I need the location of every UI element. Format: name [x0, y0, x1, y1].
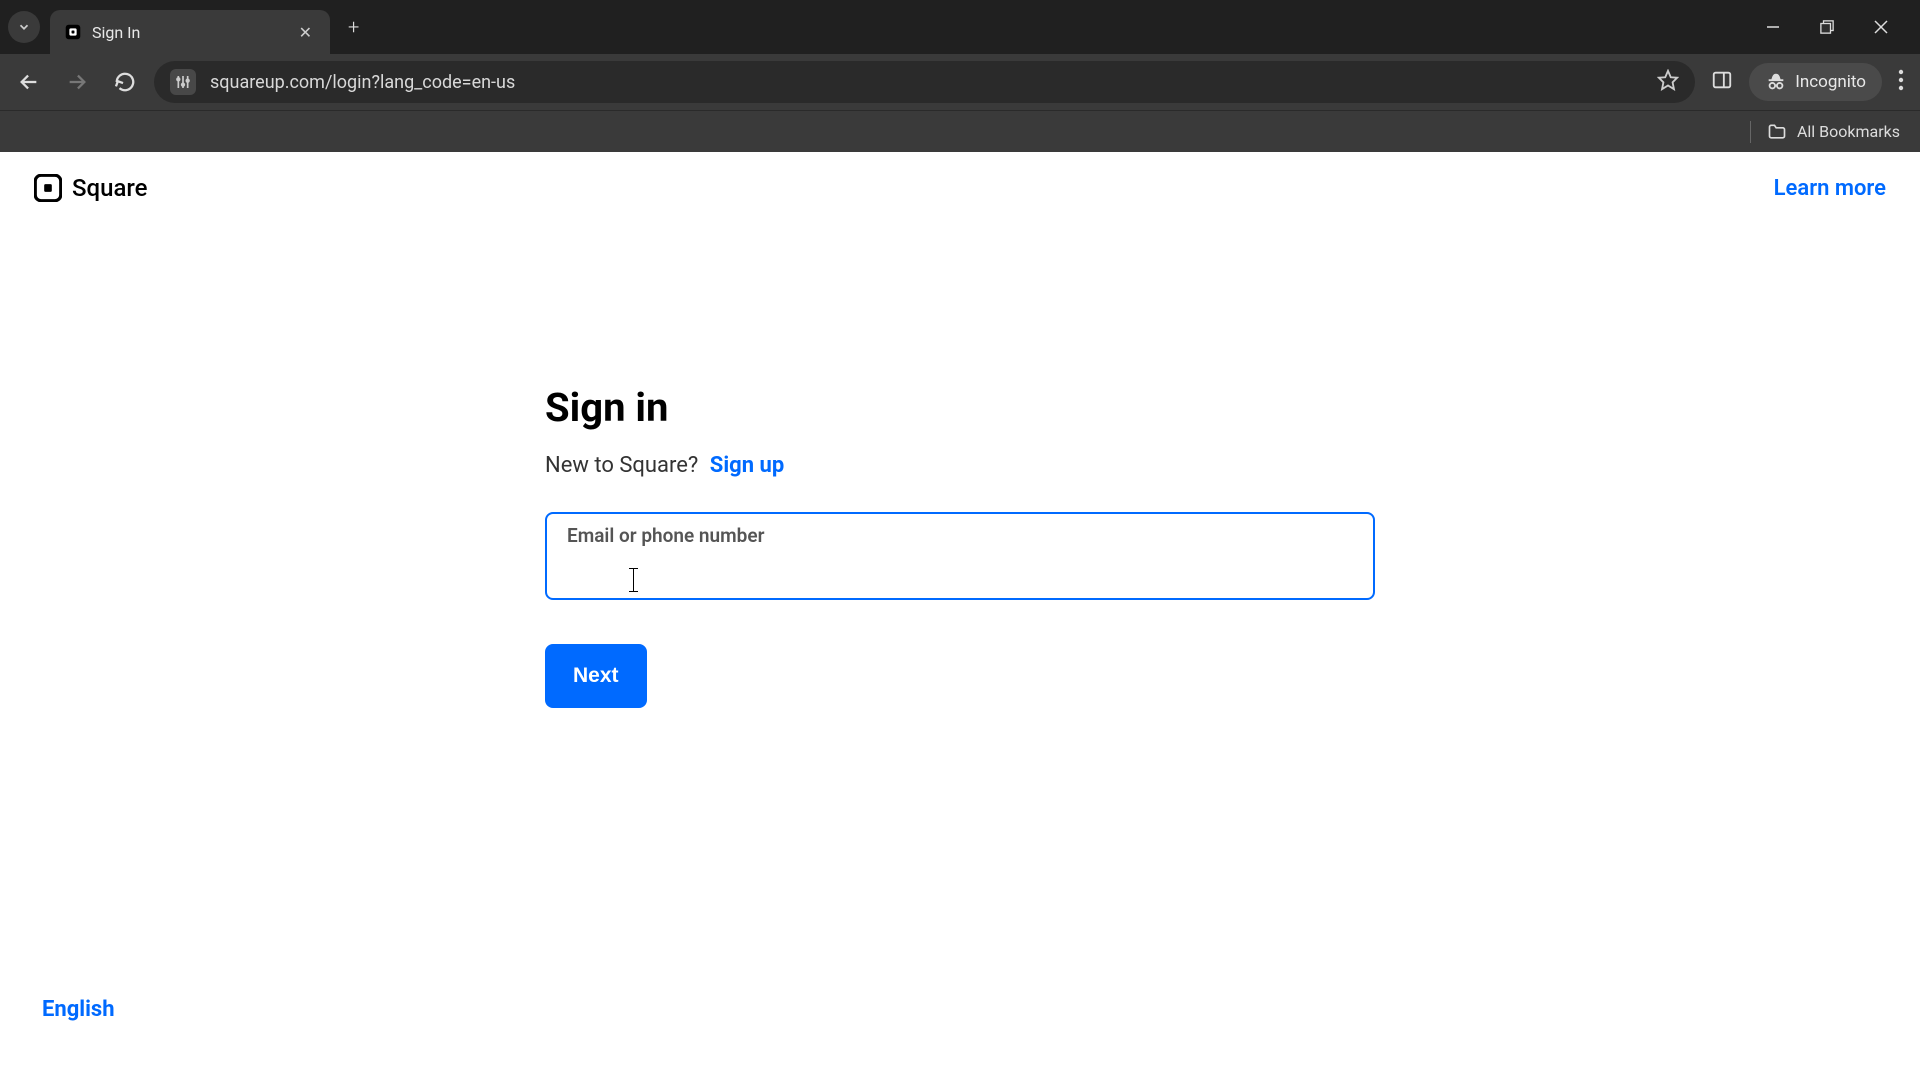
page-content: Square Learn more Sign in New to Square?… — [0, 152, 1920, 1080]
next-button[interactable]: Next — [545, 644, 647, 708]
window-controls — [1760, 14, 1912, 40]
reload-button[interactable] — [106, 63, 144, 101]
tab-search-dropdown[interactable] — [8, 11, 40, 43]
page-header: Square Learn more — [0, 152, 1920, 224]
incognito-label: Incognito — [1795, 72, 1866, 92]
maximize-button[interactable] — [1814, 14, 1840, 40]
signup-prompt: New to Square? Sign up — [545, 453, 1375, 478]
divider — [1750, 121, 1751, 143]
browser-menu-icon[interactable] — [1892, 63, 1910, 101]
minimize-button[interactable] — [1760, 14, 1786, 40]
bookmark-star-icon[interactable] — [1657, 69, 1679, 95]
url-text: squareup.com/login?lang_code=en-us — [210, 72, 1643, 93]
forward-button[interactable] — [58, 63, 96, 101]
square-favicon — [64, 23, 82, 41]
browser-tab[interactable]: Sign In ✕ — [50, 10, 330, 54]
email-input-label: Email or phone number — [567, 524, 1353, 547]
all-bookmarks-button[interactable]: All Bookmarks — [1767, 122, 1900, 142]
new-tab-button[interactable]: + — [342, 9, 365, 45]
page-title: Sign in — [545, 384, 1375, 431]
url-field[interactable]: squareup.com/login?lang_code=en-us — [154, 61, 1695, 103]
signup-link[interactable]: Sign up — [710, 453, 784, 478]
back-button[interactable] — [10, 63, 48, 101]
language-selector[interactable]: English — [42, 997, 115, 1022]
site-settings-icon[interactable] — [170, 69, 196, 95]
tab-title: Sign In — [92, 23, 285, 42]
chevron-down-icon — [17, 20, 31, 34]
side-panel-icon[interactable] — [1705, 63, 1739, 101]
close-window-button[interactable] — [1868, 14, 1894, 40]
square-logo[interactable]: Square — [34, 174, 148, 202]
tab-bar: Sign In ✕ + — [0, 0, 1920, 54]
new-to-square-text: New to Square? — [545, 453, 698, 478]
all-bookmarks-label: All Bookmarks — [1797, 122, 1900, 141]
incognito-indicator[interactable]: Incognito — [1749, 63, 1882, 101]
incognito-icon — [1765, 71, 1787, 93]
email-input-wrapper[interactable]: Email or phone number — [545, 512, 1375, 600]
learn-more-link[interactable]: Learn more — [1774, 176, 1886, 201]
folder-icon — [1767, 122, 1787, 142]
bookmarks-bar: All Bookmarks — [0, 110, 1920, 152]
address-bar: squareup.com/login?lang_code=en-us Incog… — [0, 54, 1920, 110]
signin-form: Sign in New to Square? Sign up Email or … — [545, 384, 1375, 708]
email-field[interactable] — [567, 549, 1353, 589]
browser-chrome: Sign In ✕ + sq — [0, 0, 1920, 152]
close-tab-button[interactable]: ✕ — [295, 21, 316, 44]
logo-text: Square — [72, 174, 148, 202]
square-logo-icon — [34, 174, 62, 202]
